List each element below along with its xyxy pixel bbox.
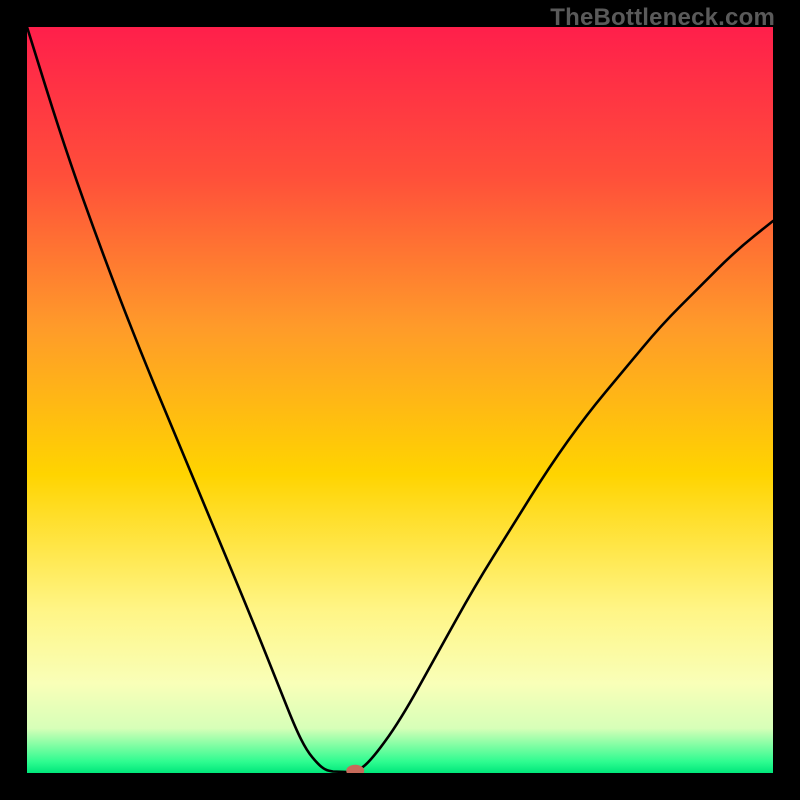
watermark-text: TheBottleneck.com (550, 4, 775, 32)
gradient-background (27, 27, 773, 773)
plot-area (27, 27, 773, 773)
chart-frame: TheBottleneck.com (0, 0, 800, 800)
plot-svg (27, 27, 773, 773)
